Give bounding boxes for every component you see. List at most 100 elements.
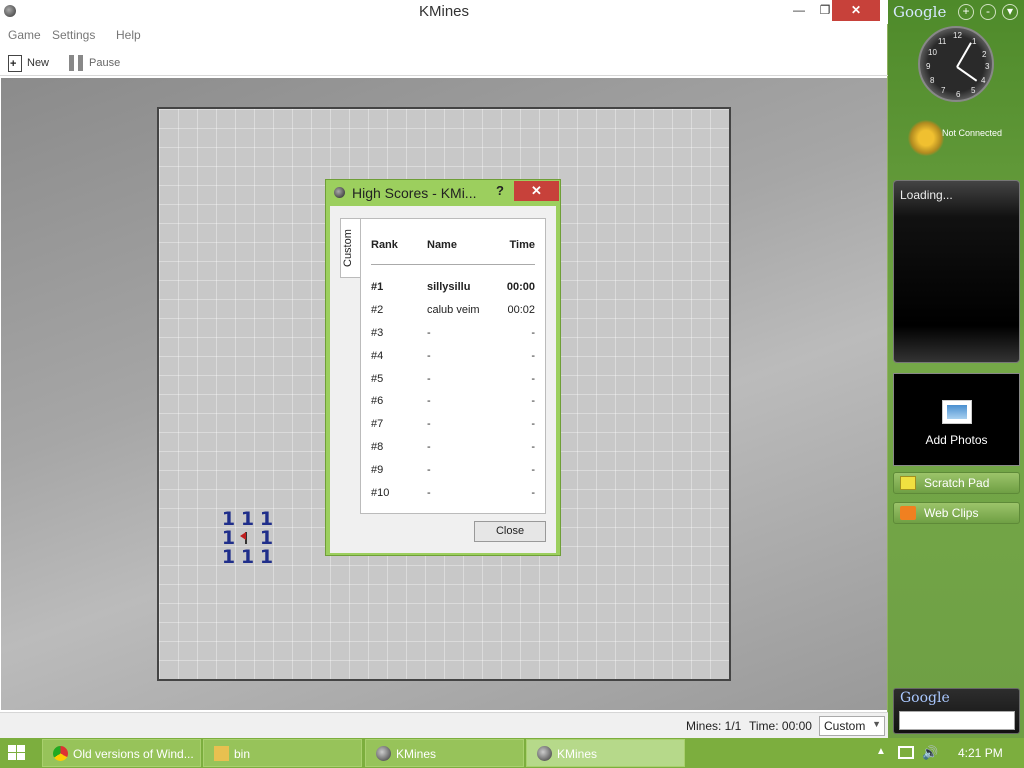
pause-icon <box>68 55 84 71</box>
rank-cell: #7 <box>371 418 384 430</box>
google-search-input[interactable] <box>899 711 1015 730</box>
rank-cell: #1 <box>371 281 384 293</box>
time-cell: - <box>531 373 535 385</box>
table-row: #1 sillysillu 00:00 <box>371 281 535 299</box>
toolbar: New Pause <box>0 48 888 76</box>
web-clips-gadget[interactable]: Web Clips <box>893 502 1020 524</box>
taskbar-item-label: KMines <box>396 747 437 761</box>
google-search-gadget: Google <box>893 688 1020 734</box>
close-button[interactable]: ✕ <box>832 0 880 21</box>
clock-number: 5 <box>971 86 976 95</box>
time-cell: - <box>531 350 535 362</box>
loading-text: Loading... <box>900 188 953 202</box>
web-clips-label: Web Clips <box>924 506 979 520</box>
scratch-pad-gadget[interactable]: Scratch Pad <box>893 472 1020 494</box>
volume-icon[interactable]: 🔊 <box>922 745 938 761</box>
status-indicator-icon <box>908 120 944 156</box>
taskbar-item-label: bin <box>234 747 251 761</box>
new-game-button[interactable]: New <box>8 52 49 74</box>
dialog-close-button[interactable]: ✕ <box>514 181 559 201</box>
sidebar-options-button[interactable]: ▾ <box>1002 4 1018 20</box>
google-search-logo: Google <box>900 690 950 706</box>
window-title: KMines <box>418 3 470 20</box>
tab-custom[interactable]: Custom <box>340 218 361 278</box>
taskbar-item-kmines[interactable]: KMines <box>365 739 524 767</box>
network-icon[interactable] <box>898 746 914 759</box>
close-dialog-button[interactable]: Close <box>474 521 546 542</box>
difficulty-select[interactable]: Custom ▼ <box>819 716 885 736</box>
taskbar-item-label: KMines <box>557 747 598 761</box>
analog-clock: 12 1 2 3 4 5 6 7 8 9 10 11 <box>918 26 994 102</box>
taskbar-item-bin[interactable]: bin <box>203 739 362 767</box>
taskbar-clock[interactable]: 4:21 PM <box>958 746 1003 760</box>
taskbar: Old versions of Wind... bin KMines KMine… <box>0 738 1024 768</box>
scores-table: Rank Name Time #1 sillysillu 00:00 #2 ca… <box>360 218 546 514</box>
google-logo[interactable]: Google <box>893 3 946 21</box>
pause-label: Pause <box>89 57 121 69</box>
mine-count-cell[interactable]: 1 <box>238 548 257 567</box>
add-photos-label: Add Photos <box>925 433 988 447</box>
menu-bar: Game Settings Help <box>0 24 888 46</box>
clock-number: 2 <box>982 50 987 59</box>
name-cell: - <box>427 464 431 476</box>
taskbar-item-chrome[interactable]: Old versions of Wind... <box>42 739 201 767</box>
table-row: #3 - - <box>371 327 535 345</box>
menu-help[interactable]: Help <box>116 28 141 42</box>
google-sidebar: Google + - ▾ 12 1 2 3 4 5 6 7 8 9 10 11 … <box>888 0 1024 738</box>
show-hidden-icons-button[interactable]: ▲ <box>876 746 886 757</box>
windows-start-icon[interactable] <box>8 745 26 761</box>
name-cell: calub veim <box>427 304 480 316</box>
help-button[interactable]: ? <box>496 183 504 198</box>
new-game-label: New <box>27 57 50 69</box>
name-cell: - <box>427 441 431 453</box>
high-scores-dialog: High Scores - KMi... ? ✕ Custom Rank Nam… <box>325 179 561 556</box>
clock-number: 6 <box>956 90 961 99</box>
time-cell: 00:02 <box>507 304 535 316</box>
menu-game[interactable]: Game <box>8 28 41 42</box>
clock-minute-hand <box>956 42 972 68</box>
kmines-icon <box>537 746 552 761</box>
menu-settings[interactable]: Settings <box>52 28 95 42</box>
taskbar-item-kmines-active[interactable]: KMines <box>526 739 685 767</box>
name-cell: - <box>427 487 431 499</box>
add-gadget-button[interactable]: + <box>958 4 974 20</box>
dialog-title-bar[interactable]: High Scores - KMi... ? ✕ <box>326 180 560 206</box>
rank-cell: #2 <box>371 304 384 316</box>
mine-count-cell[interactable]: 1 <box>257 548 276 567</box>
clock-number: 8 <box>930 76 935 85</box>
mines-counter: Mines: 1/1 <box>686 719 742 733</box>
clock-hour-hand <box>956 66 978 82</box>
rank-cell: #8 <box>371 441 384 453</box>
title-bar[interactable]: KMines — ❐ ✕ <box>0 0 888 24</box>
table-row: #2 calub veim 00:02 <box>371 304 535 322</box>
table-row: #7 - - <box>371 418 535 436</box>
rank-cell: #5 <box>371 373 384 385</box>
pause-button[interactable]: Pause <box>68 52 120 74</box>
kmines-icon <box>376 746 391 761</box>
photos-gadget[interactable]: Add Photos <box>893 373 1020 466</box>
table-row: #5 - - <box>371 373 535 391</box>
table-row: #6 - - <box>371 395 535 413</box>
dialog-title: High Scores - KMi... <box>352 185 477 201</box>
photo-icon <box>942 400 972 424</box>
table-row: #8 - - <box>371 441 535 459</box>
table-row: #10 - - <box>371 487 535 505</box>
mine-count-cell[interactable]: 1 <box>219 548 238 567</box>
name-cell: - <box>427 418 431 430</box>
time-cell: - <box>531 441 535 453</box>
time-cell: - <box>531 327 535 339</box>
name-cell: sillysillu <box>427 281 471 293</box>
clock-number: 12 <box>953 31 962 40</box>
clock-number: 11 <box>938 37 947 46</box>
folder-icon <box>214 746 229 761</box>
clock-number: 10 <box>928 48 937 57</box>
sidebar-menu-button[interactable]: - <box>980 4 996 20</box>
loading-gadget[interactable]: Loading... <box>893 180 1020 363</box>
time-cell: 00:00 <box>506 281 535 293</box>
mine-count-cell[interactable]: 1 <box>238 510 257 529</box>
notepad-icon <box>900 476 916 490</box>
time-cell: - <box>531 418 535 430</box>
time-cell: - <box>531 395 535 407</box>
rank-cell: #6 <box>371 395 384 407</box>
clock-number: 3 <box>985 62 990 71</box>
